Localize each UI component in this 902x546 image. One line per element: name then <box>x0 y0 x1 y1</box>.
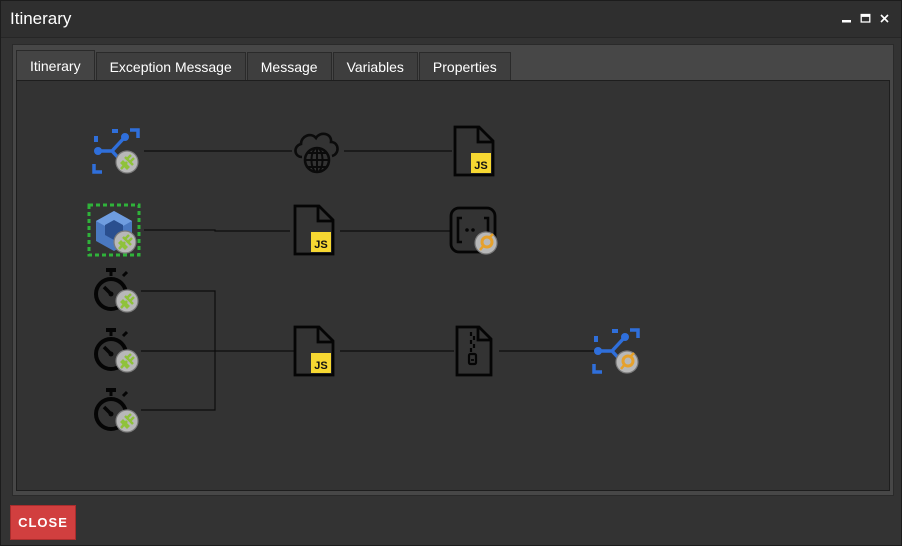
cube-service-node[interactable] <box>87 203 141 257</box>
eventhub-adapter-icon <box>92 128 140 174</box>
close-button[interactable]: CLOSE <box>10 505 76 540</box>
javascript-file-node[interactable]: JS <box>287 203 341 257</box>
eventhub-adapter-node[interactable] <box>90 124 144 178</box>
cloud-globe-icon <box>294 132 339 174</box>
svg-text:JS: JS <box>314 360 327 372</box>
window-title: Itinerary <box>10 9 72 28</box>
cloud-globe-node[interactable] <box>289 124 343 178</box>
stopwatch-adapter-node[interactable] <box>90 264 144 318</box>
svg-text:JS: JS <box>314 239 327 251</box>
stopwatch-adapter-node[interactable] <box>90 324 144 378</box>
maximize-button[interactable] <box>859 12 872 25</box>
stopwatch-adapter-icon <box>94 268 139 313</box>
close-window-button[interactable] <box>878 12 891 25</box>
close-icon <box>880 14 889 23</box>
cube-service-icon <box>87 203 141 257</box>
tab-variables[interactable]: Variables <box>332 52 418 81</box>
stopwatch-adapter-node[interactable] <box>90 384 144 438</box>
zip-file-icon <box>455 325 493 377</box>
zip-file-node[interactable] <box>449 324 503 378</box>
tab-panel: Itinerary Exception Message Message Vari… <box>12 44 894 496</box>
javascript-file-node[interactable]: JS <box>447 124 501 178</box>
eventhub-adapter-icon <box>592 328 640 374</box>
javascript-file-icon: JS <box>293 325 335 377</box>
window-controls <box>840 12 891 25</box>
title-bar: Itinerary <box>1 1 901 38</box>
maximize-icon <box>860 13 871 23</box>
stopwatch-adapter-icon <box>94 388 139 433</box>
javascript-file-icon: JS <box>293 204 335 256</box>
itinerary-window: Itinerary Itinerary Exception Message Me… <box>0 0 902 546</box>
json-array-adapter-icon <box>449 206 498 255</box>
tab-message[interactable]: Message <box>246 52 332 81</box>
minimize-button[interactable] <box>840 12 853 25</box>
javascript-file-node[interactable]: JS <box>287 324 341 378</box>
tab-properties[interactable]: Properties <box>418 52 511 81</box>
stopwatch-adapter-icon <box>94 328 139 373</box>
svg-text:JS: JS <box>474 160 487 172</box>
minimize-icon <box>842 20 851 23</box>
javascript-file-icon: JS <box>453 125 495 177</box>
tab-bar: Itinerary Exception Message Message Vari… <box>16 50 512 81</box>
tab-itinerary[interactable]: Itinerary <box>16 50 95 81</box>
json-array-adapter-node[interactable] <box>449 203 503 257</box>
itinerary-canvas: JS JS JS <box>16 80 890 491</box>
eventhub-adapter-node[interactable] <box>590 324 644 378</box>
tab-exception-message[interactable]: Exception Message <box>95 52 246 81</box>
